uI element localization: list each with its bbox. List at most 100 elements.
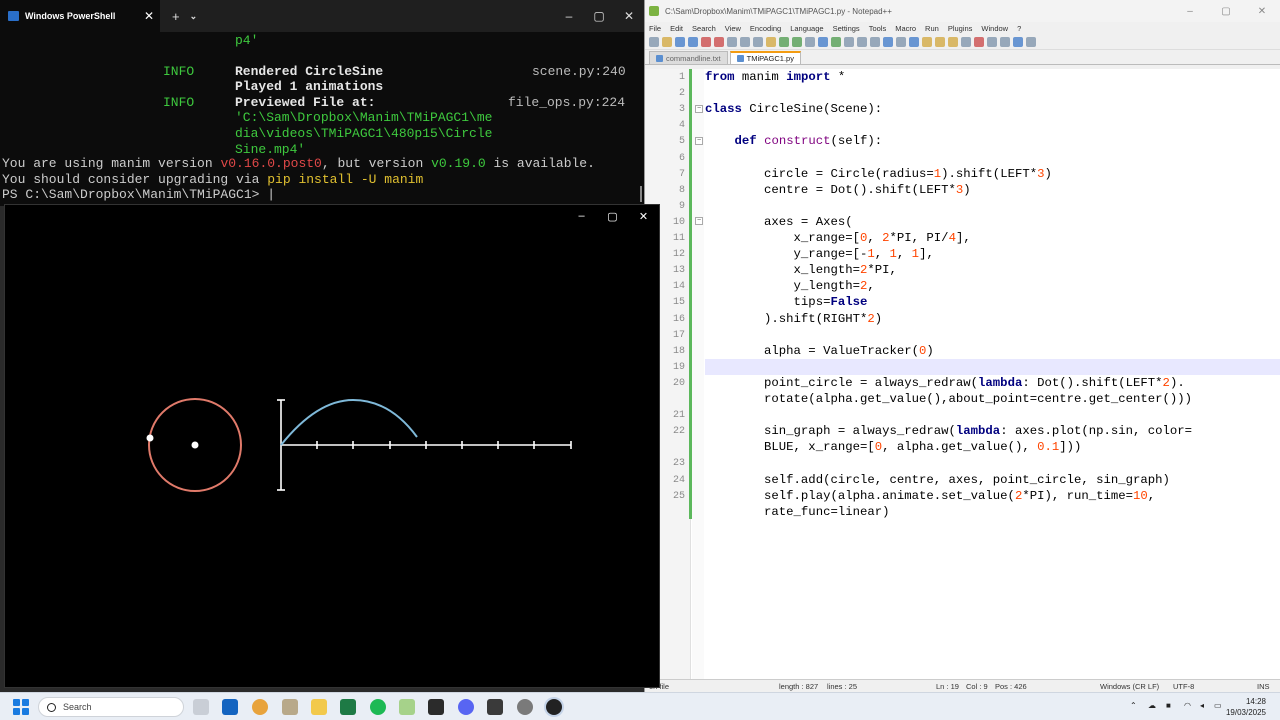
- app-icon[interactable]: [487, 699, 503, 715]
- battery-icon[interactable]: ▭: [1214, 701, 1222, 710]
- app-tray-icon[interactable]: ■: [1166, 701, 1171, 710]
- code-line: point_circle = always_redraw(lambda: Dot…: [705, 375, 1185, 390]
- word-wrap-icon[interactable]: [883, 36, 893, 47]
- cut-icon[interactable]: [740, 36, 750, 47]
- macro-play-icon[interactable]: [1000, 36, 1010, 47]
- menu-item[interactable]: Language: [790, 24, 823, 33]
- menu-item[interactable]: Settings: [833, 24, 860, 33]
- menu-item[interactable]: View: [725, 24, 741, 33]
- macro-save-icon[interactable]: [1026, 36, 1036, 47]
- file-explorer-icon[interactable]: [311, 699, 327, 715]
- sync-vertical-icon[interactable]: [857, 36, 867, 47]
- print-icon[interactable]: [727, 36, 737, 47]
- close-file-icon[interactable]: [701, 36, 711, 47]
- menu-item[interactable]: Encoding: [750, 24, 781, 33]
- clock[interactable]: 14:28 19/03/2025: [1226, 696, 1266, 718]
- minimize-icon[interactable]: –: [1172, 6, 1208, 17]
- paste-icon[interactable]: [766, 36, 776, 47]
- log-message: Played 1 animations: [235, 79, 384, 94]
- menu-item[interactable]: Search: [692, 24, 716, 33]
- macro-record-icon[interactable]: [974, 36, 984, 47]
- undo-icon[interactable]: [779, 36, 789, 47]
- sync-horizontal-icon[interactable]: [870, 36, 880, 47]
- close-all-icon[interactable]: [714, 36, 724, 47]
- terminal-icon[interactable]: [428, 699, 444, 715]
- change-history-bar: [689, 69, 692, 519]
- menu-item[interactable]: Tools: [869, 24, 887, 33]
- close-icon[interactable]: ✕: [614, 9, 644, 23]
- folder-as-workspace-icon[interactable]: [948, 36, 958, 47]
- app-icon[interactable]: [282, 699, 298, 715]
- excel-icon[interactable]: [340, 699, 356, 715]
- app-icon[interactable]: [517, 699, 533, 715]
- new-file-icon[interactable]: [649, 36, 659, 47]
- menu-item[interactable]: Plugins: [948, 24, 973, 33]
- status-encoding[interactable]: UTF-8: [1173, 682, 1194, 691]
- new-tab-icon[interactable]: +: [172, 9, 180, 24]
- menu-item[interactable]: Run: [925, 24, 939, 33]
- macro-stop-icon[interactable]: [987, 36, 997, 47]
- show-all-chars-icon[interactable]: [896, 36, 906, 47]
- log-level: INFO: [163, 64, 195, 79]
- menu-item[interactable]: ?: [1017, 24, 1021, 33]
- doc-map-icon[interactable]: [922, 36, 932, 47]
- notepad-plus-plus-window: C:\Sam\Dropbox\Manim\TMiPAGC1\TMiPAGC1.p…: [644, 0, 1280, 692]
- scrollbar[interactable]: [640, 186, 642, 202]
- copy-icon[interactable]: [753, 36, 763, 47]
- outlook-icon[interactable]: [222, 699, 238, 715]
- code-line: axes = Axes(: [705, 214, 853, 229]
- spotify-icon[interactable]: [370, 699, 386, 715]
- function-list-icon[interactable]: [935, 36, 945, 47]
- code-line: sin_graph = always_redraw(lambda: axes.p…: [705, 424, 1193, 439]
- wifi-icon[interactable]: ◠: [1184, 701, 1191, 710]
- menu-item[interactable]: Window: [981, 24, 1008, 33]
- notepad-plus-plus-icon[interactable]: [399, 699, 415, 715]
- taskbar-search[interactable]: Search: [38, 697, 184, 717]
- menu-item[interactable]: Macro: [895, 24, 916, 33]
- indent-guide-icon[interactable]: [909, 36, 919, 47]
- minimize-icon[interactable]: –: [554, 9, 584, 23]
- volume-icon[interactable]: ◂: [1200, 701, 1204, 710]
- tab-tmipagc1[interactable]: TMiPAGC1.py: [729, 51, 801, 64]
- fold-toggle-icon[interactable]: −: [695, 137, 703, 145]
- open-file-icon[interactable]: [662, 36, 672, 47]
- notepad-tab-bar: commandline.txt TMiPAGC1.py: [645, 50, 1280, 65]
- video-preview-window[interactable]: – ▢ ✕: [4, 204, 660, 688]
- code-editor[interactable]: − − − from manim import * class CircleSin…: [645, 69, 1280, 679]
- maximize-icon[interactable]: ▢: [584, 9, 614, 23]
- file-path: dia\videos\TMiPAGC1\480p15\Circle: [235, 126, 493, 141]
- redo-icon[interactable]: [792, 36, 802, 47]
- fold-toggle-icon[interactable]: −: [695, 105, 703, 113]
- powershell-window: Windows PowerShell ✕ + ⌄ – ▢ ✕ p4' INFO …: [0, 0, 644, 206]
- task-view-icon[interactable]: [193, 699, 209, 715]
- chevron-up-icon[interactable]: ⌃: [1130, 701, 1137, 710]
- status-eol[interactable]: Windows (CR LF): [1100, 682, 1159, 691]
- zoom-out-icon[interactable]: [844, 36, 854, 47]
- save-icon[interactable]: [675, 36, 685, 47]
- macro-play-multiple-icon[interactable]: [1013, 36, 1023, 47]
- start-button[interactable]: [13, 699, 29, 715]
- tab-commandline[interactable]: commandline.txt: [649, 51, 728, 64]
- save-all-icon[interactable]: [688, 36, 698, 47]
- menu-item[interactable]: Edit: [670, 24, 683, 33]
- find-icon[interactable]: [805, 36, 815, 47]
- close-icon[interactable]: ✕: [1244, 6, 1280, 17]
- chevron-down-icon[interactable]: ⌄: [190, 11, 198, 22]
- code-line: circle = Circle(radius=1).shift(LEFT*3): [705, 166, 1052, 181]
- prompt-line[interactable]: PS C:\Sam\Dropbox\Manim\TMiPAGC1> |: [2, 187, 275, 203]
- close-tab-icon[interactable]: ✕: [144, 9, 154, 23]
- monitoring-icon[interactable]: [961, 36, 971, 47]
- text: is available.: [485, 156, 595, 171]
- file-path: 'C:\Sam\Dropbox\Manim\TMiPAGC1\me: [235, 110, 493, 125]
- status-ln: Ln : 19: [936, 682, 959, 691]
- maximize-icon[interactable]: ▢: [1208, 6, 1244, 17]
- zoom-in-icon[interactable]: [831, 36, 841, 47]
- cloud-icon[interactable]: ☁: [1148, 701, 1156, 710]
- tab-powershell[interactable]: Windows PowerShell ✕: [0, 0, 160, 32]
- media-player-icon[interactable]: [546, 699, 562, 715]
- chrome-icon[interactable]: [252, 699, 268, 715]
- fold-toggle-icon[interactable]: −: [695, 217, 703, 225]
- replace-icon[interactable]: [818, 36, 828, 47]
- menu-item[interactable]: File: [649, 24, 661, 33]
- discord-icon[interactable]: [458, 699, 474, 715]
